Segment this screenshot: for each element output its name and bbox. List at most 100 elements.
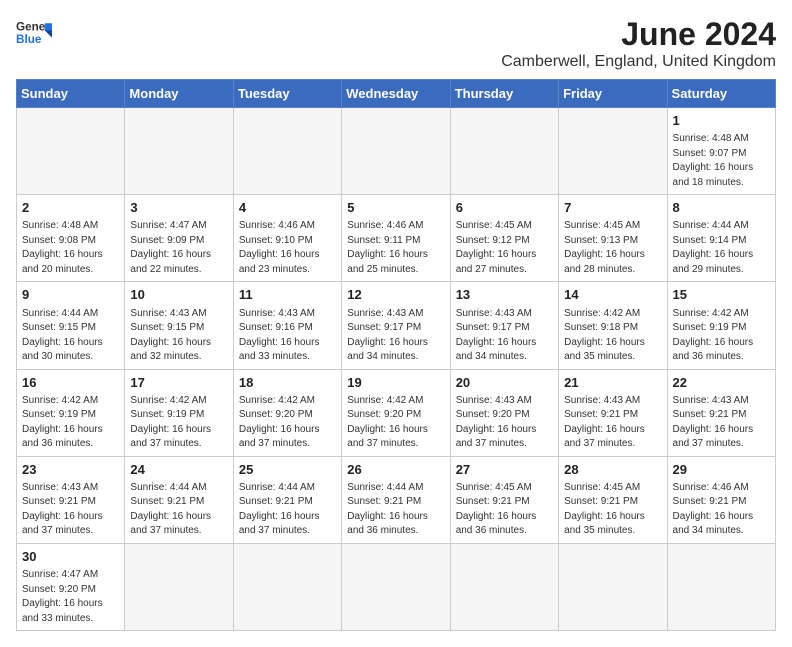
day-info: Sunrise: 4:45 AM Sunset: 9:13 PM Dayligh… <box>564 219 661 277</box>
header: General Blue June 2024 Camberwell, Engla… <box>16 16 776 71</box>
day-number: 16 <box>22 374 119 392</box>
calendar-day-cell <box>342 108 450 195</box>
weekday-header-monday: Monday <box>125 80 233 108</box>
weekday-header-sunday: Sunday <box>17 80 125 108</box>
day-info: Sunrise: 4:43 AM Sunset: 9:17 PM Dayligh… <box>456 307 553 365</box>
day-info: Sunrise: 4:44 AM Sunset: 9:21 PM Dayligh… <box>130 481 227 539</box>
calendar-day-cell: 9 Sunrise: 4:44 AM Sunset: 9:15 PM Daylig… <box>17 282 125 369</box>
day-number: 27 <box>456 461 553 479</box>
calendar-day-cell: 8 Sunrise: 4:44 AM Sunset: 9:14 PM Daylig… <box>667 195 775 282</box>
day-info: Sunrise: 4:45 AM Sunset: 9:12 PM Dayligh… <box>456 219 553 277</box>
calendar-day-cell: 18 Sunrise: 4:42 AM Sunset: 9:20 PM Dayli… <box>233 369 341 456</box>
calendar-week-row: 30Sunrise: 4:47 AM Sunset: 9:20 PM Dayli… <box>17 543 776 630</box>
day-info: Sunrise: 4:44 AM Sunset: 9:15 PM Dayligh… <box>22 307 119 365</box>
calendar-day-cell: 29 Sunrise: 4:46 AM Sunset: 9:21 PM Dayli… <box>667 456 775 543</box>
day-number: 29 <box>673 461 770 479</box>
calendar-day-cell: 17 Sunrise: 4:42 AM Sunset: 9:19 PM Dayli… <box>125 369 233 456</box>
day-info: Sunrise: 4:48 AM Sunset: 9:07 PM Dayligh… <box>673 132 770 190</box>
day-info: Sunrise: 4:46 AM Sunset: 9:21 PM Dayligh… <box>673 481 770 539</box>
calendar-day-cell: 14 Sunrise: 4:42 AM Sunset: 9:18 PM Dayli… <box>559 282 667 369</box>
day-number: 4 <box>239 199 336 217</box>
day-number: 26 <box>347 461 444 479</box>
day-number: 24 <box>130 461 227 479</box>
day-info: Sunrise: 4:42 AM Sunset: 9:19 PM Dayligh… <box>130 394 227 452</box>
calendar-day-cell: 13Sunrise: 4:43 AM Sunset: 9:17 PM Dayli… <box>450 282 558 369</box>
day-info: Sunrise: 4:47 AM Sunset: 9:09 PM Dayligh… <box>130 219 227 277</box>
day-info: Sunrise: 4:44 AM Sunset: 9:14 PM Dayligh… <box>673 219 770 277</box>
calendar-day-cell: 27Sunrise: 4:45 AM Sunset: 9:21 PM Dayli… <box>450 456 558 543</box>
day-info: Sunrise: 4:43 AM Sunset: 9:16 PM Dayligh… <box>239 307 336 365</box>
calendar-day-cell <box>233 108 341 195</box>
calendar-week-row: 9 Sunrise: 4:44 AM Sunset: 9:15 PM Daylig… <box>17 282 776 369</box>
calendar-day-cell: 30Sunrise: 4:47 AM Sunset: 9:20 PM Dayli… <box>17 543 125 630</box>
day-info: Sunrise: 4:43 AM Sunset: 9:20 PM Dayligh… <box>456 394 553 452</box>
day-number: 7 <box>564 199 661 217</box>
calendar-day-cell: 19Sunrise: 4:42 AM Sunset: 9:20 PM Dayli… <box>342 369 450 456</box>
calendar-day-cell: 24 Sunrise: 4:44 AM Sunset: 9:21 PM Dayli… <box>125 456 233 543</box>
day-number: 10 <box>130 286 227 304</box>
calendar-day-cell: 12Sunrise: 4:43 AM Sunset: 9:17 PM Dayli… <box>342 282 450 369</box>
day-info: Sunrise: 4:42 AM Sunset: 9:19 PM Dayligh… <box>673 307 770 365</box>
calendar-week-row: 2 Sunrise: 4:48 AM Sunset: 9:08 PM Daylig… <box>17 195 776 282</box>
day-info: Sunrise: 4:43 AM Sunset: 9:21 PM Dayligh… <box>673 394 770 452</box>
day-number: 5 <box>347 199 444 217</box>
day-info: Sunrise: 4:43 AM Sunset: 9:21 PM Dayligh… <box>564 394 661 452</box>
day-number: 2 <box>22 199 119 217</box>
calendar-day-cell <box>450 108 558 195</box>
calendar-day-cell: 20 Sunrise: 4:43 AM Sunset: 9:20 PM Dayli… <box>450 369 558 456</box>
day-number: 17 <box>130 374 227 392</box>
weekday-header-wednesday: Wednesday <box>342 80 450 108</box>
day-info: Sunrise: 4:47 AM Sunset: 9:20 PM Dayligh… <box>22 568 119 626</box>
calendar-day-cell: 16Sunrise: 4:42 AM Sunset: 9:19 PM Dayli… <box>17 369 125 456</box>
day-number: 28 <box>564 461 661 479</box>
day-info: Sunrise: 4:46 AM Sunset: 9:11 PM Dayligh… <box>347 219 444 277</box>
calendar-day-cell <box>667 543 775 630</box>
weekday-header-saturday: Saturday <box>667 80 775 108</box>
calendar-day-cell: 1 Sunrise: 4:48 AM Sunset: 9:07 PM Daylig… <box>667 108 775 195</box>
calendar-day-cell <box>233 543 341 630</box>
weekday-header-tuesday: Tuesday <box>233 80 341 108</box>
calendar-day-cell <box>559 108 667 195</box>
weekday-header-row: SundayMondayTuesdayWednesdayThursdayFrid… <box>17 80 776 108</box>
day-info: Sunrise: 4:48 AM Sunset: 9:08 PM Dayligh… <box>22 219 119 277</box>
day-info: Sunrise: 4:44 AM Sunset: 9:21 PM Dayligh… <box>347 481 444 539</box>
day-number: 6 <box>456 199 553 217</box>
day-number: 21 <box>564 374 661 392</box>
day-info: Sunrise: 4:42 AM Sunset: 9:20 PM Dayligh… <box>239 394 336 452</box>
day-number: 14 <box>564 286 661 304</box>
calendar-day-cell: 3Sunrise: 4:47 AM Sunset: 9:09 PM Daylig… <box>125 195 233 282</box>
day-number: 25 <box>239 461 336 479</box>
day-info: Sunrise: 4:42 AM Sunset: 9:18 PM Dayligh… <box>564 307 661 365</box>
day-number: 8 <box>673 199 770 217</box>
day-number: 19 <box>347 374 444 392</box>
month-title: June 2024 <box>501 16 776 53</box>
calendar-day-cell: 22 Sunrise: 4:43 AM Sunset: 9:21 PM Dayli… <box>667 369 775 456</box>
location-subtitle: Camberwell, England, United Kingdom <box>501 53 776 71</box>
calendar-day-cell: 4 Sunrise: 4:46 AM Sunset: 9:10 PM Daylig… <box>233 195 341 282</box>
calendar-day-cell: 28 Sunrise: 4:45 AM Sunset: 9:21 PM Dayli… <box>559 456 667 543</box>
calendar-day-cell <box>559 543 667 630</box>
day-number: 18 <box>239 374 336 392</box>
calendar-day-cell: 25Sunrise: 4:44 AM Sunset: 9:21 PM Dayli… <box>233 456 341 543</box>
day-info: Sunrise: 4:43 AM Sunset: 9:17 PM Dayligh… <box>347 307 444 365</box>
day-number: 20 <box>456 374 553 392</box>
day-info: Sunrise: 4:43 AM Sunset: 9:15 PM Dayligh… <box>130 307 227 365</box>
day-number: 11 <box>239 286 336 304</box>
day-info: Sunrise: 4:46 AM Sunset: 9:10 PM Dayligh… <box>239 219 336 277</box>
weekday-header-thursday: Thursday <box>450 80 558 108</box>
weekday-header-friday: Friday <box>559 80 667 108</box>
calendar-day-cell: 23Sunrise: 4:43 AM Sunset: 9:21 PM Dayli… <box>17 456 125 543</box>
day-number: 9 <box>22 286 119 304</box>
day-info: Sunrise: 4:45 AM Sunset: 9:21 PM Dayligh… <box>564 481 661 539</box>
calendar-day-cell: 7 Sunrise: 4:45 AM Sunset: 9:13 PM Daylig… <box>559 195 667 282</box>
calendar-day-cell <box>125 543 233 630</box>
day-number: 1 <box>673 112 770 130</box>
calendar-week-row: 23Sunrise: 4:43 AM Sunset: 9:21 PM Dayli… <box>17 456 776 543</box>
calendar-day-cell: 6 Sunrise: 4:45 AM Sunset: 9:12 PM Daylig… <box>450 195 558 282</box>
calendar-day-cell <box>450 543 558 630</box>
day-number: 22 <box>673 374 770 392</box>
calendar-day-cell: 26 Sunrise: 4:44 AM Sunset: 9:21 PM Dayli… <box>342 456 450 543</box>
title-area: June 2024 Camberwell, England, United Ki… <box>501 16 776 71</box>
calendar-day-cell: 2 Sunrise: 4:48 AM Sunset: 9:08 PM Daylig… <box>17 195 125 282</box>
logo-svg: General Blue <box>16 16 52 52</box>
